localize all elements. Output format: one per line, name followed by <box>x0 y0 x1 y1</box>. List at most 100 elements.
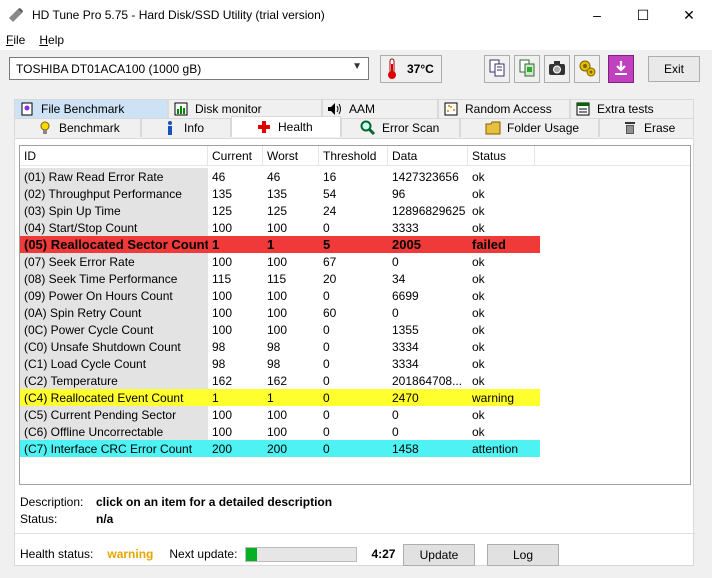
screenshot-button[interactable] <box>544 55 570 83</box>
health-status-value: warning <box>107 547 154 561</box>
thermometer-icon <box>381 57 403 81</box>
table-row[interactable]: (01) Raw Read Error Rate 46 46 16 1427323656… <box>20 168 540 185</box>
cell-data: 201864708... <box>392 373 463 388</box>
copy-screen-button[interactable] <box>514 55 540 83</box>
cell-worst: 100 <box>267 407 288 422</box>
tab-error-scan[interactable]: Error Scan <box>341 118 460 137</box>
cell-data: 34 <box>392 271 406 286</box>
table-row[interactable]: (05) Reallocated Sector Count 1 1 5 2005 fail… <box>20 236 540 253</box>
table-row[interactable]: (0C) Power Cycle Count 100 100 0 1355 ok <box>20 321 540 338</box>
cell-data: 12896829625 <box>392 203 466 218</box>
tab-extra-tests[interactable]: Extra tests <box>570 99 694 118</box>
tab-label: Info <box>184 121 205 135</box>
column-header-data[interactable]: Data <box>388 146 468 166</box>
copy-text-icon <box>488 59 506 80</box>
cell-threshold: 20 <box>323 271 337 286</box>
cell-status: warning <box>472 390 515 405</box>
cell-data: 3334 <box>392 339 419 354</box>
close-button[interactable]: ✕ <box>666 0 712 30</box>
extra-tests-icon <box>575 101 591 117</box>
table-row[interactable]: (C5) Current Pending Sector 100 100 0 0 ok <box>20 406 540 423</box>
cell-worst: 200 <box>267 441 288 456</box>
cell-current: 1 <box>212 390 219 405</box>
tab-file-benchmark[interactable]: File Benchmark <box>14 99 168 118</box>
column-header-worst[interactable]: Worst <box>263 146 319 166</box>
cell-status: ok <box>472 424 485 439</box>
table-row[interactable]: (C0) Unsafe Shutdown Count 98 98 0 3334 ok <box>20 338 540 355</box>
table-row[interactable]: (04) Start/Stop Count 100 100 0 3333 ok <box>20 219 540 236</box>
cell-status: ok <box>472 356 485 371</box>
cell-current: 100 <box>212 407 233 422</box>
cell-data: 96 <box>392 186 406 201</box>
tab-label: Disk monitor <box>195 102 262 116</box>
tab-label: Extra tests <box>597 102 654 116</box>
column-header-threshold[interactable]: Threshold <box>319 146 388 166</box>
cell-threshold: 24 <box>323 203 337 218</box>
cell-data: 6699 <box>392 288 419 303</box>
table-row[interactable]: (02) Throughput Performance 135 135 54 96 ok <box>20 185 540 202</box>
options-button[interactable] <box>574 55 600 83</box>
cell-worst: 1 <box>267 237 275 252</box>
status-bar: Health status: warning Next update: 4:27… <box>20 543 690 566</box>
column-header-current[interactable]: Current <box>208 146 263 166</box>
copy-text-button[interactable] <box>484 55 510 83</box>
description-value: click on an item for a detailed descript… <box>96 494 333 509</box>
progress-fill <box>246 547 258 561</box>
tab-benchmark[interactable]: Benchmark <box>14 118 141 137</box>
tab-label: Erase <box>644 121 676 135</box>
tab-info[interactable]: Info <box>141 118 231 137</box>
table-row[interactable]: (C4) Reallocated Event Count 1 1 0 2470 warni… <box>20 389 540 406</box>
cell-threshold: 54 <box>323 186 337 201</box>
cell-current: 125 <box>212 203 233 218</box>
drive-select[interactable]: TOSHIBA DT01ACA100 (1000 gB) ▼ <box>9 57 369 80</box>
cell-threshold: 0 <box>323 356 330 371</box>
update-button[interactable]: Update <box>403 544 475 566</box>
table-row[interactable]: (C1) Load Cycle Count 98 98 0 3334 ok <box>20 355 540 372</box>
menu-help[interactable]: Help <box>39 33 64 47</box>
tab-label: Folder Usage <box>507 121 580 135</box>
cell-worst: 46 <box>267 169 281 184</box>
cell-worst: 115 <box>267 271 287 286</box>
description-label: Description: <box>20 494 84 509</box>
smart-table-header: ID Current Worst Threshold Data Status <box>20 146 690 166</box>
table-row[interactable]: (C7) Interface CRC Error Count 200 200 0 145… <box>20 440 540 457</box>
tab-erase[interactable]: Erase <box>599 118 694 137</box>
menu-help-rest: elp <box>48 33 65 47</box>
minimize-button[interactable]: – <box>574 0 620 30</box>
cell-status: ok <box>472 220 485 235</box>
cell-current: 100 <box>212 424 233 439</box>
cell-current: 200 <box>212 441 233 456</box>
column-header-status[interactable]: Status <box>468 146 535 166</box>
folder-icon <box>485 120 501 136</box>
table-row[interactable]: (C2) Temperature 162 162 0 201864708... ok <box>20 372 540 389</box>
table-row[interactable]: (08) Seek Time Performance 115 115 20 34 ok <box>20 270 540 287</box>
menu-bar: File Help <box>0 30 712 50</box>
table-row[interactable]: (03) Spin Up Time 125 125 24 12896829625 ok <box>20 202 540 219</box>
cell-worst: 98 <box>267 339 281 354</box>
cell-current: 100 <box>212 220 233 235</box>
table-row[interactable]: (0A) Spin Retry Count 100 100 60 0 ok <box>20 304 540 321</box>
info-icon <box>162 120 178 136</box>
table-row[interactable]: (C6) Offline Uncorrectable 100 100 0 0 ok <box>20 423 540 440</box>
save-button[interactable] <box>608 55 634 83</box>
cell-threshold: 16 <box>323 169 337 184</box>
table-row[interactable]: (09) Power On Hours Count 100 100 0 6699 ok <box>20 287 540 304</box>
cell-data: 1355 <box>392 322 419 337</box>
menu-file[interactable]: File <box>6 33 25 47</box>
cell-threshold: 0 <box>323 390 330 405</box>
maximize-button[interactable]: ☐ <box>620 0 666 30</box>
tab-health[interactable]: Health <box>231 116 341 137</box>
smart-table[interactable]: ID Current Worst Threshold Data Status (… <box>19 145 691 485</box>
tab-folder-usage[interactable]: Folder Usage <box>460 118 599 137</box>
table-row[interactable]: (07) Seek Error Rate 100 100 67 0 ok <box>20 253 540 270</box>
log-button[interactable]: Log <box>487 544 559 566</box>
exit-button[interactable]: Exit <box>648 56 700 82</box>
tab-random-access[interactable]: Random Access <box>438 99 570 118</box>
tab-row-upper: File Benchmark Disk monitor AAM Random A… <box>0 99 712 118</box>
column-header-id[interactable]: ID <box>20 146 208 166</box>
save-icon <box>613 59 629 80</box>
temperature-display: 37°C <box>380 55 442 83</box>
smart-table-body: (01) Raw Read Error Rate 46 46 16 1427323656… <box>20 168 540 457</box>
cell-worst: 100 <box>267 254 288 269</box>
cell-status: ok <box>472 186 485 201</box>
